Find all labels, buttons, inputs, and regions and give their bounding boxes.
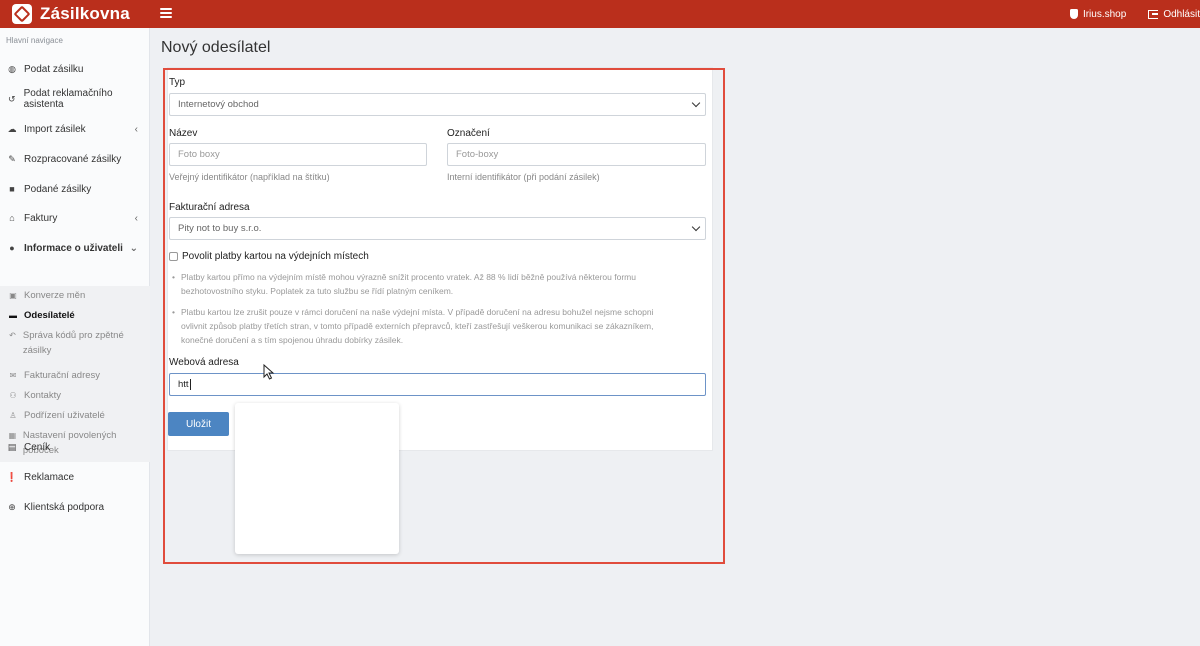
- chevron-down-icon: [691, 98, 701, 108]
- sidebar-subitem-podrizeni-uzivatele[interactable]: ♙ Podřízení uživatelé: [0, 408, 150, 423]
- sidebar-heading: Hlavní navigace: [6, 36, 63, 45]
- users-icon: ⚇: [9, 391, 17, 400]
- nazev-help: Veřejný identifikátor (například na štít…: [169, 172, 330, 182]
- box-icon: ■: [9, 184, 15, 194]
- text-caret: [189, 379, 191, 390]
- autocomplete-dropdown[interactable]: [235, 403, 399, 554]
- fakturacni-adresa-value: Pity not to buy s.r.o.: [178, 223, 262, 234]
- chevron-left-icon: ‹: [134, 212, 138, 224]
- oznaceni-help: Interní identifikátor (při podání zásile…: [447, 172, 600, 182]
- globe-icon: ◍: [8, 63, 16, 74]
- fakturacni-adresa-label: Fakturační adresa: [169, 202, 250, 213]
- sidebar-subitem-konverze-men[interactable]: ▣ Konverze měn: [0, 288, 150, 303]
- info-bullet-1: • Platby kartou přímo na výdejním místě …: [172, 270, 692, 298]
- info-bullet-2-line-1: Platbu kartou lze zrušit pouze v rámci d…: [181, 307, 654, 317]
- sidebar-item-label: Podané zásilky: [24, 183, 92, 195]
- info-bullet-2-line-2: ovlivnit způsob platby třetích stran, v …: [181, 321, 654, 331]
- info-bullet-2-line-3: konečné doručení a s tím spojenou úhradu…: [181, 335, 404, 345]
- shop-link[interactable]: Irius.shop: [1069, 8, 1127, 20]
- shield-icon: [1069, 9, 1078, 19]
- sidebar-item-import-zasilek[interactable]: ☁ Import zásilek ‹: [0, 118, 150, 140]
- bank-icon: ⌂: [9, 213, 15, 223]
- mouse-cursor-icon: [263, 363, 275, 380]
- sidebar-subitem-label: Kontakty: [24, 390, 61, 401]
- brand-name: Zásilkovna: [40, 4, 130, 23]
- sidebar-item-rozpracovane[interactable]: ✎ Rozpracované zásilky: [0, 148, 150, 170]
- sidebar-subitem-label: Odesílatelé: [24, 310, 75, 321]
- webova-adresa-input[interactable]: htt: [169, 373, 706, 396]
- sidebar-subitem-label: Podřízení uživatelé: [24, 410, 105, 421]
- sidebar-item-label: Rozpracované zásilky: [24, 153, 122, 165]
- list-icon: ▤: [7, 441, 17, 452]
- reply-icon: ↶: [9, 331, 16, 340]
- alert-icon: ❗: [6, 471, 18, 482]
- top-navbar: Zásilkovna Irius.shop Odhlásit: [0, 0, 1200, 28]
- sidebar: Hlavní navigace ◍ Podat zásilku ↺ Podat …: [0, 28, 150, 646]
- sidebar-item-klientska-podpora[interactable]: ⊕ Klientská podpora: [0, 496, 150, 518]
- typ-select-value: Internetový obchod: [178, 99, 259, 110]
- sidebar-item-label: Podat reklamačního asistenta: [23, 88, 113, 110]
- logout-label: Odhlásit: [1163, 8, 1200, 20]
- exchange-icon: ▣: [9, 291, 17, 300]
- bullet-dot: •: [172, 307, 175, 317]
- sidebar-subitem-label: Konverze měn: [24, 290, 86, 301]
- shop-name: Irius.shop: [1082, 8, 1127, 20]
- sidebar-subitem-fakturacni-adresy[interactable]: ✉ Fakturační adresy: [0, 368, 150, 383]
- menu-toggle-icon[interactable]: [160, 6, 172, 20]
- nazev-label: Název: [169, 128, 198, 139]
- card-payment-checkbox[interactable]: [169, 252, 178, 261]
- fakturacni-adresa-select[interactable]: Pity not to buy s.r.o.: [169, 217, 706, 240]
- logout-button[interactable]: Odhlásit: [1148, 9, 1200, 20]
- oznaceni-placeholder: Foto-boxy: [456, 149, 499, 160]
- envelope-icon: ✉: [9, 371, 17, 380]
- sidebar-item-label: Faktury: [24, 212, 58, 224]
- person-icon: ♙: [9, 411, 17, 420]
- sidebar-item-label: Podat zásilku: [24, 63, 84, 75]
- cloud-upload-icon: ☁: [7, 123, 17, 134]
- sidebar-item-label: Reklamace: [24, 471, 75, 483]
- chevron-down-icon: [691, 222, 701, 232]
- info-bullet-2: • Platbu kartou lze zrušit pouze v rámci…: [172, 305, 692, 347]
- page-title: Nový odesílatel: [161, 39, 271, 56]
- info-bullet-1-line-2: bezhotovostního styku. Poplatek za tuto …: [181, 286, 454, 296]
- brand-logo-link[interactable]: Zásilkovna: [12, 2, 130, 26]
- user-icon: ●: [9, 243, 15, 253]
- chevron-down-icon: ⌄: [129, 242, 138, 254]
- lifebuoy-icon: ⊕: [8, 501, 16, 512]
- sidebar-item-podat-zasilku[interactable]: ◍ Podat zásilku: [0, 58, 150, 80]
- typ-select[interactable]: Internetový obchod: [169, 93, 706, 116]
- sidebar-subitem-kontakty[interactable]: ⚇ Kontakty: [0, 388, 150, 403]
- typ-label: Typ: [169, 77, 186, 88]
- nazev-placeholder: Foto boxy: [178, 149, 220, 160]
- truck-icon: ▬: [9, 311, 17, 320]
- sidebar-item-label: Ceník: [24, 441, 51, 453]
- info-bullet-1-line-1: Platby kartou přímo na výdejním místě mo…: [181, 272, 636, 282]
- sidebar-subitem-sprava-kodu[interactable]: ↶ Správa kódů pro zpětné zásilky: [0, 328, 140, 358]
- save-button[interactable]: Uložit: [168, 412, 229, 436]
- bullet-dot: •: [172, 272, 175, 282]
- chevron-left-icon: ‹: [134, 123, 138, 135]
- sidebar-subitem-odesilatele[interactable]: ▬ Odesílatelé: [0, 308, 150, 323]
- card-payment-label[interactable]: Povolit platby kartou na výdejních míste…: [182, 251, 369, 262]
- sidebar-item-label: Klientská podpora: [24, 501, 105, 513]
- sidebar-item-reklamacni-asistent[interactable]: ↺ Podat reklamačního asistenta: [0, 88, 150, 110]
- undo-icon: ↺: [8, 93, 16, 104]
- edit-icon: ✎: [8, 153, 16, 164]
- nazev-input[interactable]: Foto boxy: [169, 143, 427, 166]
- sidebar-subitem-label: Fakturační adresy: [24, 370, 101, 381]
- oznaceni-label: Označení: [447, 128, 490, 139]
- sidebar-item-reklamace[interactable]: ❗ Reklamace: [0, 466, 150, 488]
- oznaceni-input[interactable]: Foto-boxy: [447, 143, 706, 166]
- logout-icon: [1148, 9, 1159, 19]
- sidebar-item-label: Import zásilek: [24, 123, 86, 135]
- sidebar-item-faktury[interactable]: ⌂ Faktury ‹: [0, 207, 150, 229]
- sidebar-item-label: Informace o uživateli: [24, 242, 123, 254]
- sidebar-item-podane[interactable]: ■ Podané zásilky: [0, 178, 150, 200]
- sidebar-item-cenik[interactable]: ▤ Ceník: [0, 436, 150, 458]
- sidebar-item-informace-o-uzivateli[interactable]: ● Informace o uživateli ⌄: [0, 237, 150, 259]
- sidebar-subitem-label: Správa kódů pro zpětné zásilky: [22, 330, 124, 356]
- zasilkovna-logo-icon: [12, 4, 32, 24]
- webova-adresa-label: Webová adresa: [169, 357, 239, 368]
- webova-adresa-value: htt: [178, 379, 189, 390]
